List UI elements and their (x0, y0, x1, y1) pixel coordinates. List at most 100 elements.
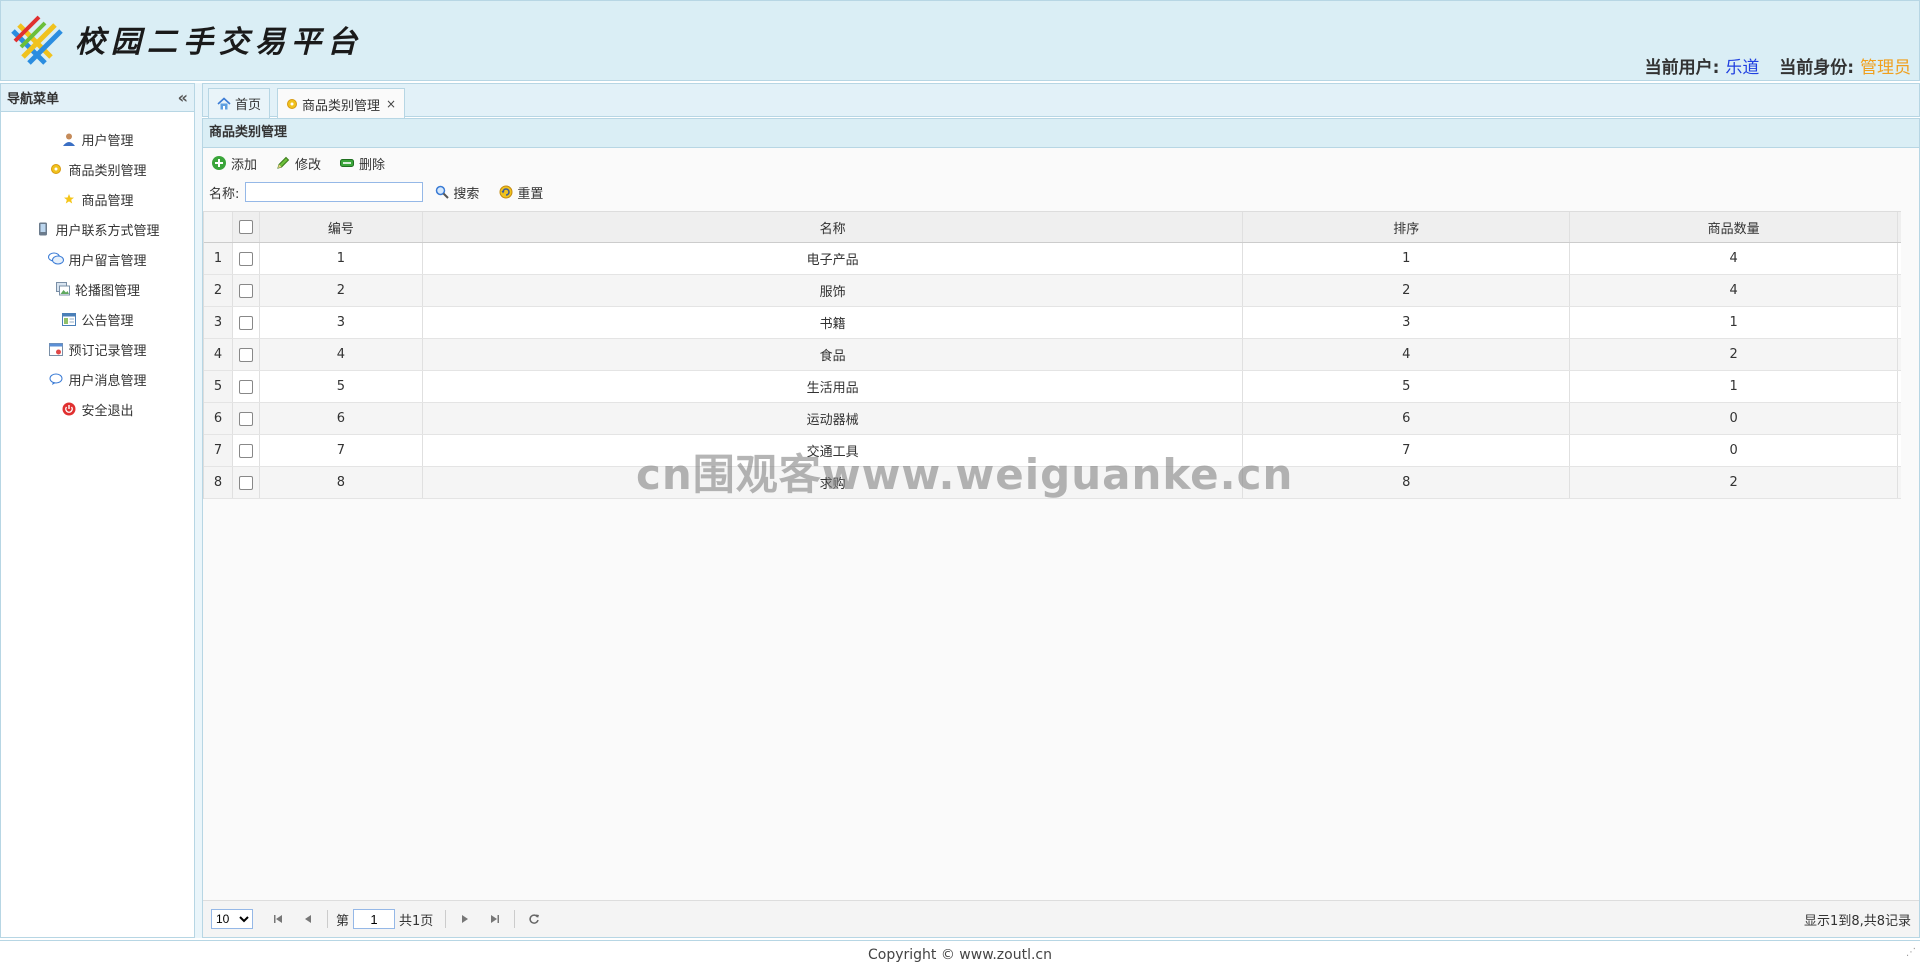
pager-separator (327, 910, 328, 928)
row-tail (1898, 467, 1901, 498)
row-checkbox-cell (233, 339, 260, 370)
row-tail (1898, 307, 1901, 338)
cell-count: 2 (1570, 339, 1899, 370)
sidebar-item-label: 公告管理 (81, 313, 134, 329)
sidebar-item-carousel[interactable]: 轮播图管理 (1, 274, 194, 304)
close-icon[interactable]: × (386, 97, 396, 111)
select-all-checkbox[interactable] (238, 220, 253, 234)
column-header-id[interactable]: 编号 (260, 212, 423, 242)
pencil-icon (275, 155, 291, 171)
user-info: 当前用户: 乐道 当前身份: 管理员 (1645, 53, 1911, 78)
prev-page-icon[interactable] (297, 908, 319, 930)
last-page-icon[interactable] (484, 908, 506, 930)
cell-sort: 4 (1243, 339, 1571, 370)
current-user-label: 当前用户: (1644, 58, 1720, 78)
phone-icon (35, 221, 51, 237)
row-checkbox[interactable] (238, 379, 253, 394)
row-checkbox-cell (233, 371, 260, 402)
column-header-count[interactable]: 商品数量 (1570, 212, 1899, 242)
sidebar-item-label: 用户消息管理 (68, 373, 147, 389)
cell-count: 0 (1570, 435, 1899, 466)
footer: Copyright © www.zoutl.cn ⋰ (0, 940, 1920, 969)
collapse-icon[interactable]: « (178, 88, 188, 107)
cell-id: 6 (260, 403, 423, 434)
layout-splitter[interactable] (195, 83, 202, 938)
edit-button[interactable]: 修改 (275, 154, 321, 173)
gear-icon (48, 161, 64, 177)
toolbar: 添加 修改 删除 (203, 148, 1919, 178)
sidebar-item-goods[interactable]: 商品管理 (1, 184, 194, 214)
delete-label: 删除 (359, 157, 386, 173)
table-row[interactable]: 2 2 服饰 2 4 (204, 275, 1901, 307)
sidebar-item-label: 安全退出 (81, 403, 134, 419)
row-number: 6 (204, 403, 233, 434)
row-checkbox[interactable] (238, 315, 253, 330)
row-checkbox-cell (233, 467, 260, 498)
sidebar-item-comments[interactable]: 用户留言管理 (1, 244, 194, 274)
row-number: 8 (204, 467, 233, 498)
tab-home[interactable]: 首页 (208, 88, 271, 118)
user-icon (61, 131, 77, 147)
search-label: 搜索 (453, 186, 480, 202)
cell-sort: 5 (1243, 371, 1571, 402)
refresh-icon[interactable] (523, 908, 545, 930)
row-tail (1898, 339, 1901, 370)
sidebar-item-label: 商品管理 (81, 193, 134, 209)
row-number: 3 (204, 307, 233, 338)
sidebar-item-messages[interactable]: 用户消息管理 (1, 364, 194, 394)
cell-sort: 6 (1243, 403, 1571, 434)
add-button[interactable]: 添加 (211, 154, 257, 173)
row-checkbox[interactable] (238, 251, 253, 266)
delete-button[interactable]: 删除 (339, 154, 385, 173)
row-number: 7 (204, 435, 233, 466)
sidebar-item-label: 用户联系方式管理 (55, 223, 160, 239)
tab-label: 首页 (235, 98, 262, 113)
page-number-input[interactable] (353, 909, 396, 929)
sidebar-item-label: 预订记录管理 (68, 343, 147, 359)
search-button[interactable]: 搜索 (435, 183, 479, 202)
category-grid: 编号 名称 排序 商品数量 1 1 电子产品 1 4 2 2 服饰 2 4 3 (203, 211, 1901, 499)
sidebar-item-category[interactable]: 商品类别管理 (1, 154, 194, 184)
table-row[interactable]: 5 5 生活用品 5 1 (204, 371, 1901, 403)
reset-button[interactable]: 重置 (499, 183, 543, 202)
resize-grip-icon[interactable]: ⋰ (1906, 939, 1916, 967)
table-row[interactable]: 6 6 运动器械 6 0 (204, 403, 1901, 435)
table-row[interactable]: 3 3 书籍 3 1 (204, 307, 1901, 339)
row-checkbox-cell (233, 307, 260, 338)
row-tail (1898, 243, 1901, 274)
next-page-icon[interactable] (454, 908, 476, 930)
sidebar-item-logout[interactable]: 安全退出 (1, 394, 194, 424)
images-icon (55, 281, 71, 297)
first-page-icon[interactable] (267, 908, 289, 930)
gear-icon (286, 98, 298, 110)
table-row[interactable]: 7 7 交通工具 7 0 (204, 435, 1901, 467)
table-row[interactable]: 4 4 食品 4 2 (204, 339, 1901, 371)
row-checkbox-cell (233, 275, 260, 306)
current-role-name: 管理员 (1860, 58, 1911, 78)
row-checkbox-cell (233, 403, 260, 434)
sidebar-item-notice[interactable]: 公告管理 (1, 304, 194, 334)
cell-id: 3 (260, 307, 423, 338)
table-row[interactable]: 8 8 求购 8 2 (204, 467, 1901, 499)
row-checkbox[interactable] (238, 475, 253, 490)
sidebar-item-booking[interactable]: 预订记录管理 (1, 334, 194, 364)
row-checkbox[interactable] (238, 283, 253, 298)
row-checkbox[interactable] (238, 347, 253, 362)
sidebar-item-contact[interactable]: 用户联系方式管理 (1, 214, 194, 244)
sidebar-item-users[interactable]: 用户管理 (1, 124, 194, 154)
row-checkbox[interactable] (238, 411, 253, 426)
select-all-checkbox-cell (233, 212, 260, 242)
tab-category[interactable]: 商品类别管理 × (277, 88, 406, 119)
tabs-bar: 首页 商品类别管理 × (202, 83, 1920, 119)
page-size-select[interactable]: 10 (211, 909, 253, 929)
column-header-sort[interactable]: 排序 (1243, 212, 1571, 242)
cell-name: 书籍 (423, 307, 1244, 338)
row-checkbox[interactable] (238, 443, 253, 458)
name-filter-input[interactable] (245, 182, 424, 202)
cell-count: 4 (1570, 275, 1899, 306)
row-number: 4 (204, 339, 233, 370)
pager-info: 显示1到8,共8记录 (1804, 913, 1911, 929)
current-user-name: 乐道 (1725, 58, 1760, 78)
column-header-name[interactable]: 名称 (423, 212, 1244, 242)
table-row[interactable]: 1 1 电子产品 1 4 (204, 243, 1901, 275)
